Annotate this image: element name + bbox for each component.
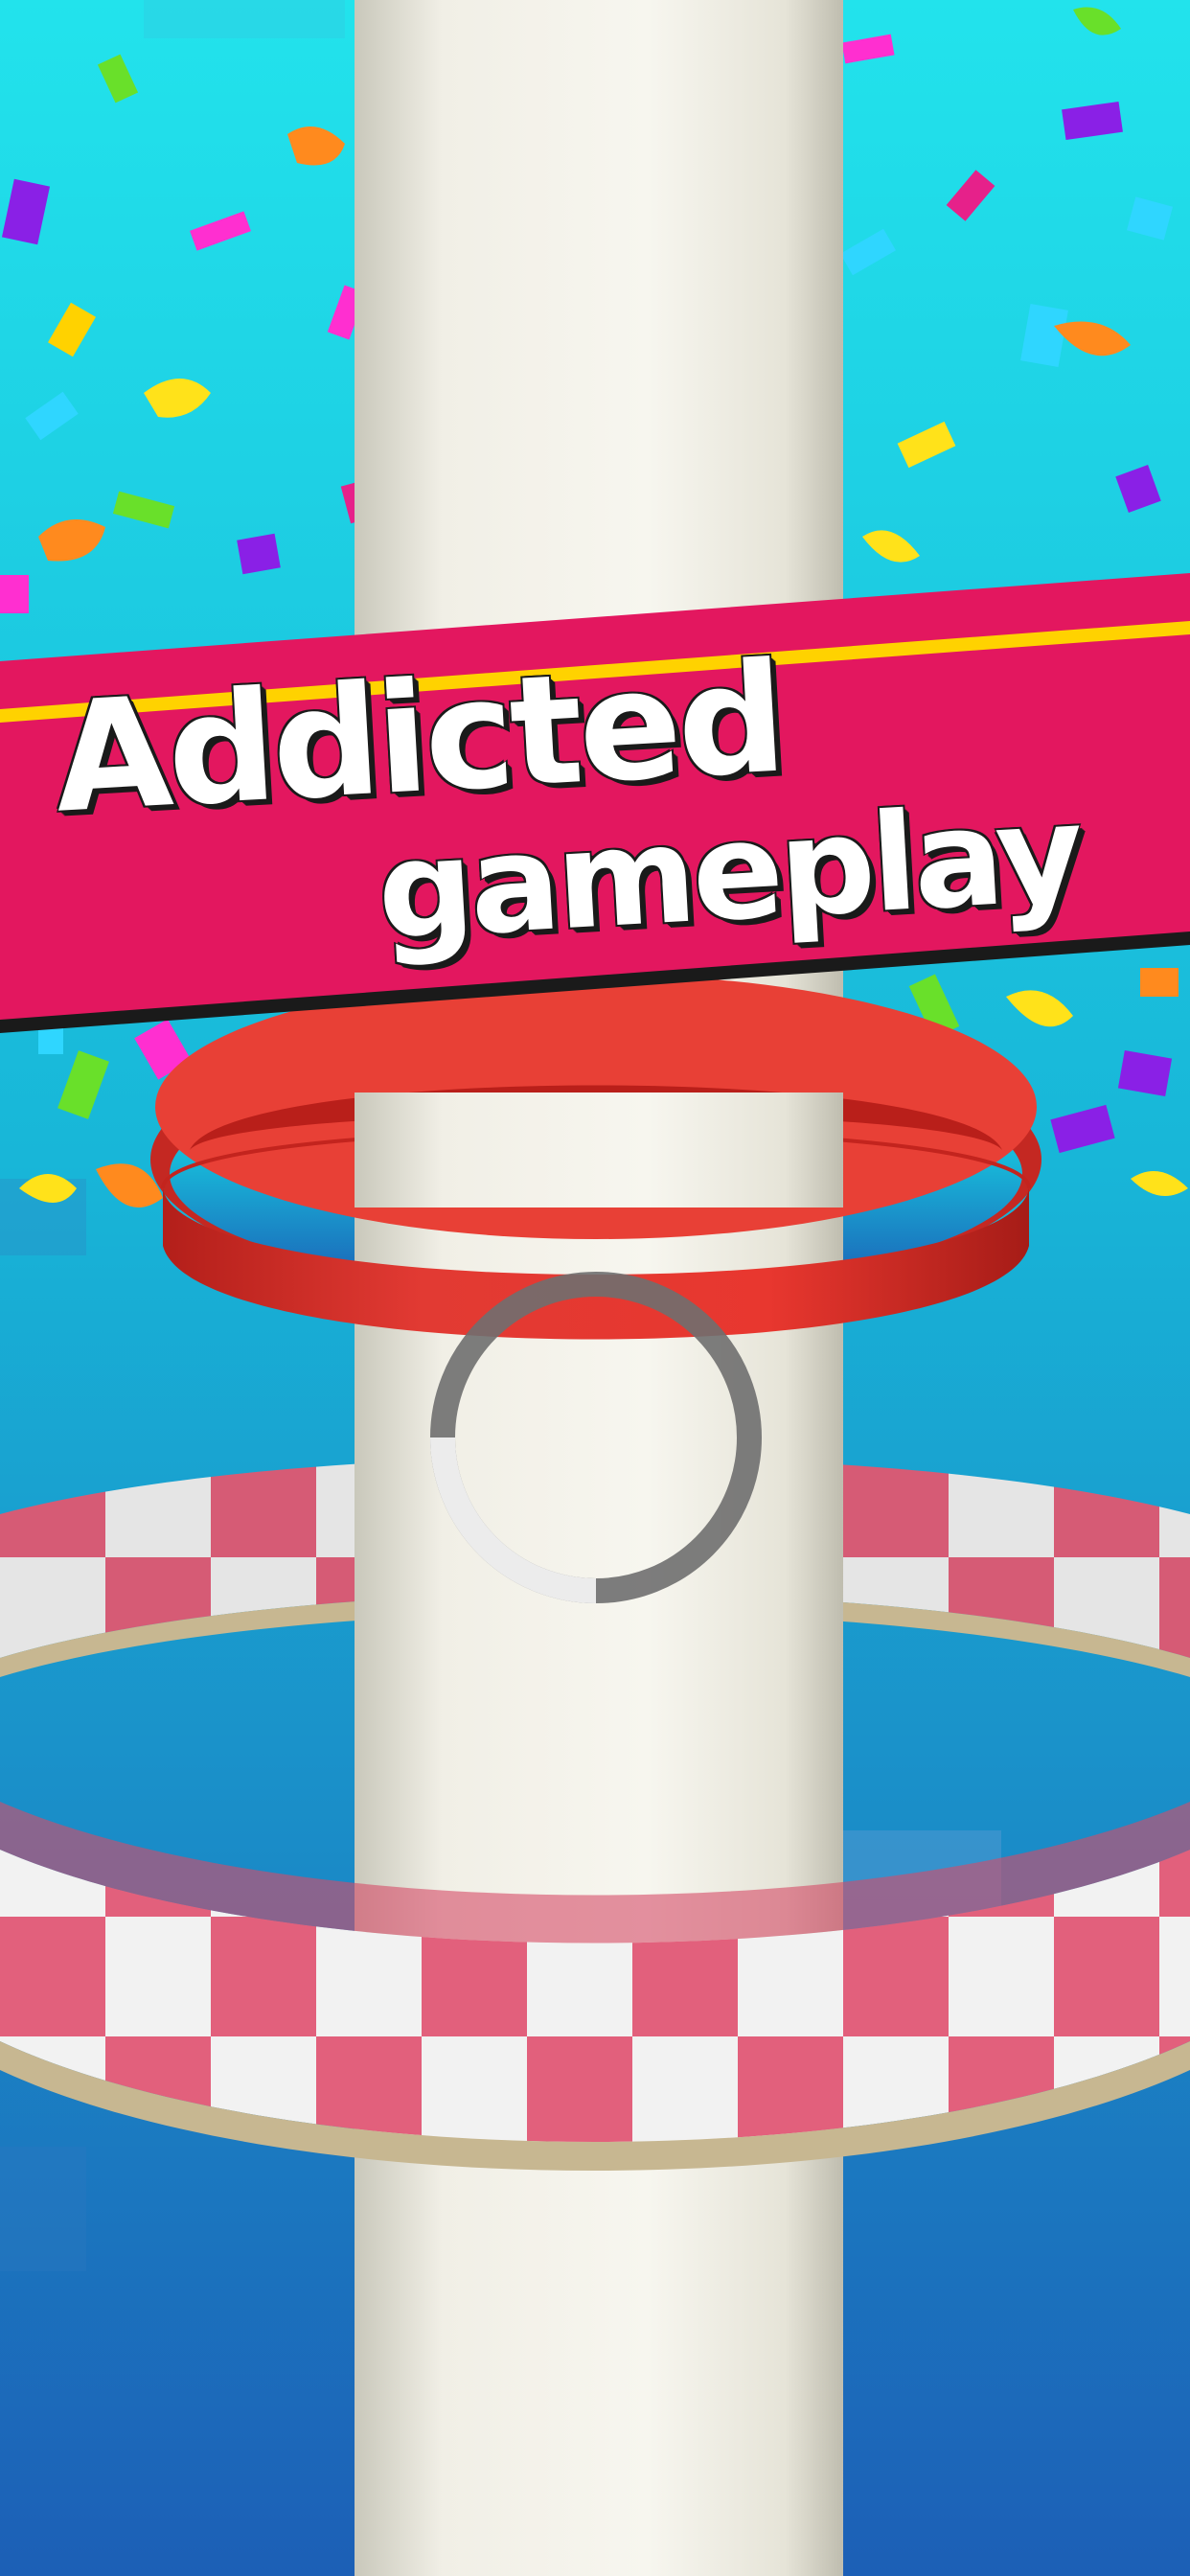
game-scene[interactable] [0,0,1190,2576]
